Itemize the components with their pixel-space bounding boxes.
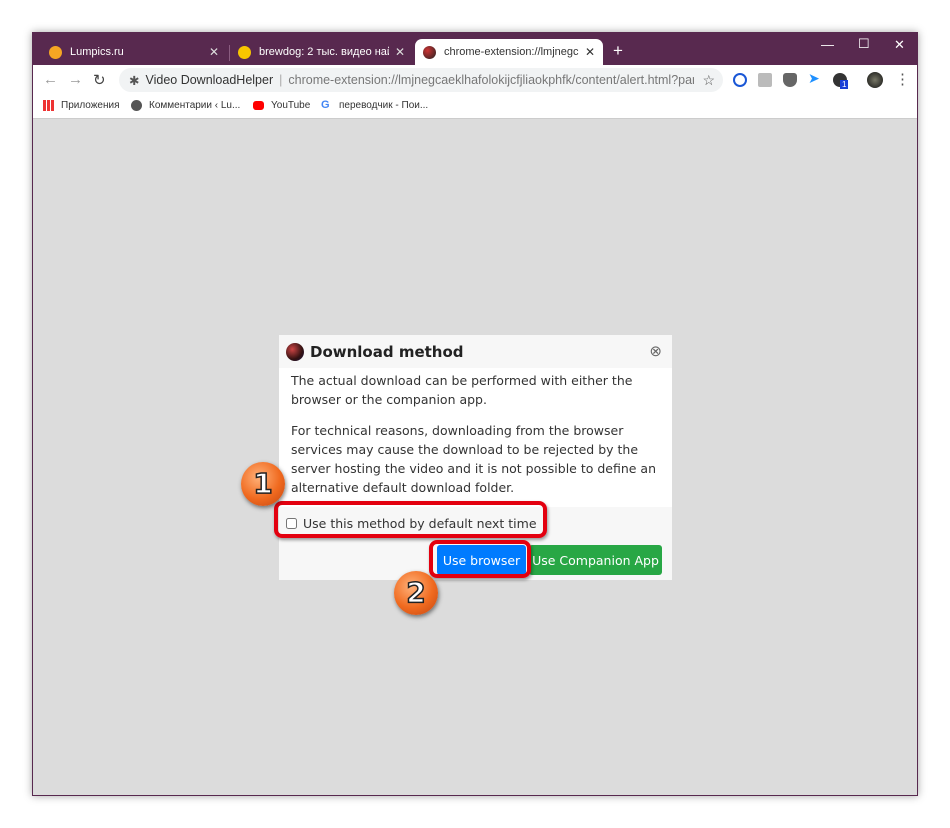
bookmark-translator[interactable]: Gпереводчик - Пои...	[321, 99, 428, 112]
new-tab-icon[interactable]: +	[613, 41, 623, 61]
tab-lumpics[interactable]: Lumpics.ru ✕	[41, 39, 227, 65]
back-icon[interactable]: ←	[43, 71, 58, 88]
close-dialog-icon[interactable]: ⊗	[649, 342, 662, 360]
globe-extension-icon[interactable]	[733, 73, 747, 87]
bookmark-comments[interactable]: Комментарии ‹ Lu...	[131, 100, 240, 111]
maximize-icon[interactable]: ☐	[858, 36, 870, 52]
menu-dots-icon[interactable]: ⋮	[895, 70, 910, 88]
avatar[interactable]	[867, 72, 883, 88]
dialog-header: Download method ⊗	[279, 335, 672, 368]
ublock-extension-icon[interactable]	[783, 73, 797, 87]
toolbar: ← → ↻ ✱ Video DownloadHelper | chrome-ex…	[33, 65, 917, 95]
downloadhelper-extension-icon[interactable]: 1	[833, 73, 849, 89]
reload-icon[interactable]: ↻	[93, 71, 106, 89]
browser-window: Lumpics.ru ✕ brewdog: 2 тыс. видео найде…	[32, 32, 918, 796]
close-tab-icon[interactable]: ✕	[395, 45, 405, 59]
extension-badge: 1	[840, 80, 849, 89]
highlight-browser-button	[429, 540, 531, 578]
apps-grid-icon	[43, 100, 54, 111]
forward-icon[interactable]: →	[68, 71, 83, 88]
play-favicon-icon	[238, 45, 251, 59]
close-tab-icon[interactable]: ✕	[585, 45, 595, 59]
youtube-icon	[253, 101, 264, 110]
use-companion-app-button[interactable]: Use Companion App	[529, 545, 662, 575]
dialog-title: Download method	[310, 342, 464, 361]
dialog-body: The actual download can be performed wit…	[291, 373, 657, 495]
bookmark-youtube[interactable]: YouTube	[253, 100, 310, 111]
tab-extension[interactable]: chrome-extension://lmjnegcaeklhafolokijc…	[415, 39, 603, 65]
bookmark-star-icon[interactable]: ☆	[702, 72, 715, 89]
highlight-checkbox	[274, 501, 547, 538]
bookmark-apps[interactable]: Приложения	[43, 100, 120, 111]
globe-icon	[131, 100, 142, 111]
callout-2: 2	[394, 571, 438, 615]
close-tab-icon[interactable]: ✕	[209, 45, 219, 59]
lumpics-favicon-icon	[49, 45, 62, 59]
puzzle-icon: ✱	[129, 73, 140, 88]
close-window-icon[interactable]: ✕	[894, 37, 905, 53]
address-bar[interactable]: ✱ Video DownloadHelper | chrome-extensio…	[119, 68, 723, 92]
tab-brewdog[interactable]: brewdog: 2 тыс. видео найдено ✕	[230, 39, 413, 65]
minimize-icon[interactable]: —	[821, 37, 834, 52]
downloadhelper-logo-icon	[286, 342, 304, 361]
tab-strip: Lumpics.ru ✕ brewdog: 2 тыс. видео найде…	[33, 33, 917, 65]
send-extension-icon[interactable]: ➤	[808, 70, 820, 86]
callout-1: 1	[241, 462, 285, 506]
google-icon: G	[321, 99, 330, 111]
downloadhelper-favicon-icon	[423, 45, 436, 59]
bookmarks-bar: Приложения Комментарии ‹ Lu... YouTube G…	[33, 95, 917, 119]
cube-extension-icon[interactable]	[758, 73, 772, 87]
